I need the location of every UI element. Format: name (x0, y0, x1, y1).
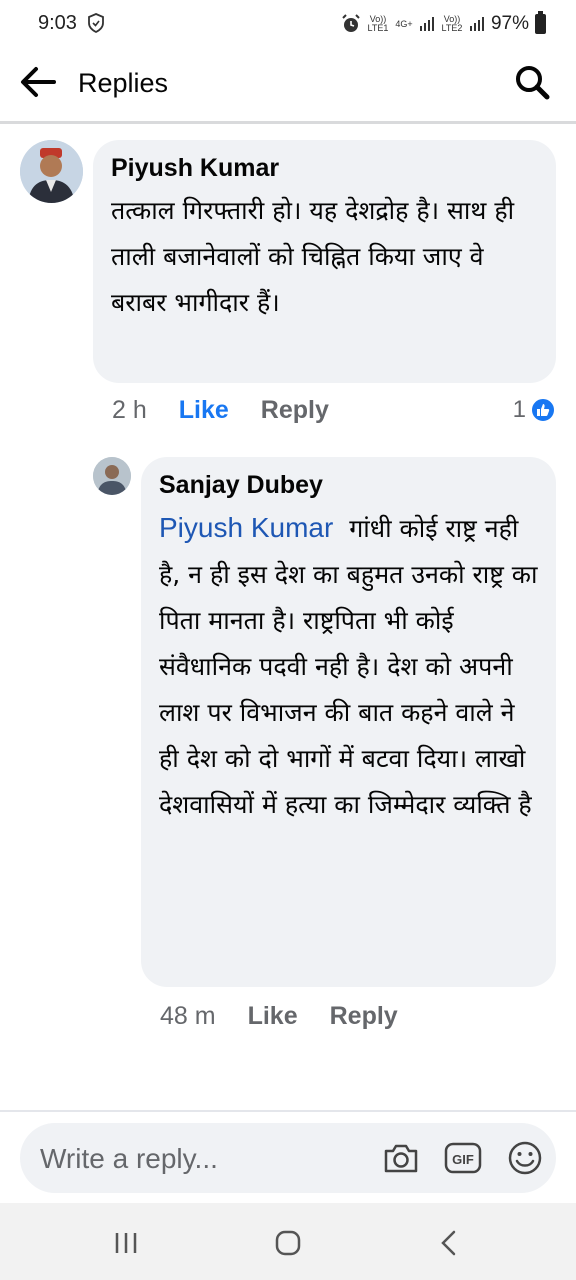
status-time: 9:03 (38, 12, 77, 34)
comment-text: तत्काल गिरफ्तारी हो। यह देशद्रोह है। साथ… (111, 196, 515, 317)
thumbs-up-icon (530, 397, 556, 423)
sim2-label: Vo)) LTE2 (441, 14, 463, 33)
reply-avatar[interactable] (93, 457, 131, 495)
composer-icons: GIF (382, 1139, 544, 1177)
avatar-image (20, 140, 83, 203)
back-arrow-icon[interactable] (18, 62, 58, 102)
comment-time: 2 h (112, 396, 147, 424)
camera-icon[interactable] (382, 1139, 420, 1177)
shield-icon (88, 13, 104, 33)
reply-actions: 48 m Like Reply (160, 1002, 398, 1031)
emoji-icon[interactable] (506, 1139, 544, 1177)
network-label: 4G+ (395, 18, 413, 29)
composer-divider (0, 1110, 576, 1112)
mention-link[interactable]: Piyush Kumar (159, 512, 333, 543)
status-indicators: Vo)) LTE1 4G+ Vo)) LTE2 97% (341, 10, 546, 38)
comment-actions: 2 h Like Reply (112, 396, 329, 425)
signal-icon (419, 17, 434, 31)
battery-icon (535, 11, 546, 34)
reply-author[interactable]: Sanjay Dubey (159, 469, 538, 501)
reaction-summary[interactable]: 1 (513, 396, 556, 424)
alarm-icon (342, 14, 360, 32)
reply-input[interactable]: Write a reply... (40, 1143, 218, 1175)
comment-bubble[interactable]: Piyush Kumar तत्काल गिरफ्तारी हो। यह देश… (93, 140, 556, 383)
reply-time: 48 m (160, 1002, 216, 1030)
battery-percent: 97% (490, 13, 529, 34)
sim1-label: Vo)) LTE1 (367, 14, 389, 33)
like-button[interactable]: Like (179, 396, 229, 425)
avatar-image (93, 457, 131, 495)
comment-author[interactable]: Piyush Kumar (111, 152, 538, 184)
reply-button[interactable]: Reply (261, 396, 329, 425)
gif-icon[interactable]: GIF (444, 1139, 482, 1177)
svg-text:GIF: GIF (452, 1152, 474, 1167)
reaction-count: 1 (512, 396, 526, 423)
reply-reply-button[interactable]: Reply (330, 1002, 398, 1031)
status-bar: 9:03 Vo)) LTE1 4G+ Vo)) LTE2 97% (0, 0, 576, 48)
header-divider (0, 121, 576, 124)
system-nav-bar (0, 1203, 576, 1280)
reply-body: Piyush Kumar गांधी कोई राष्ट्र नही है, न… (159, 505, 538, 828)
back-nav-icon[interactable] (432, 1225, 468, 1261)
reply-composer[interactable]: Write a reply... GIF (20, 1123, 556, 1193)
reply-bubble[interactable]: Sanjay Dubey Piyush Kumar गांधी कोई राष्… (141, 457, 556, 987)
search-icon[interactable] (512, 62, 552, 102)
recent-apps-icon[interactable] (108, 1225, 144, 1261)
reply-like-button[interactable]: Like (248, 1002, 298, 1031)
avatar[interactable] (20, 140, 83, 203)
reply-text: गांधी कोई राष्ट्र नही है, न ही इस देश का… (159, 514, 538, 819)
home-icon[interactable] (270, 1225, 306, 1261)
signal-icon-2 (469, 17, 484, 31)
header: Replies (0, 48, 576, 122)
page-title: Replies (78, 68, 169, 98)
